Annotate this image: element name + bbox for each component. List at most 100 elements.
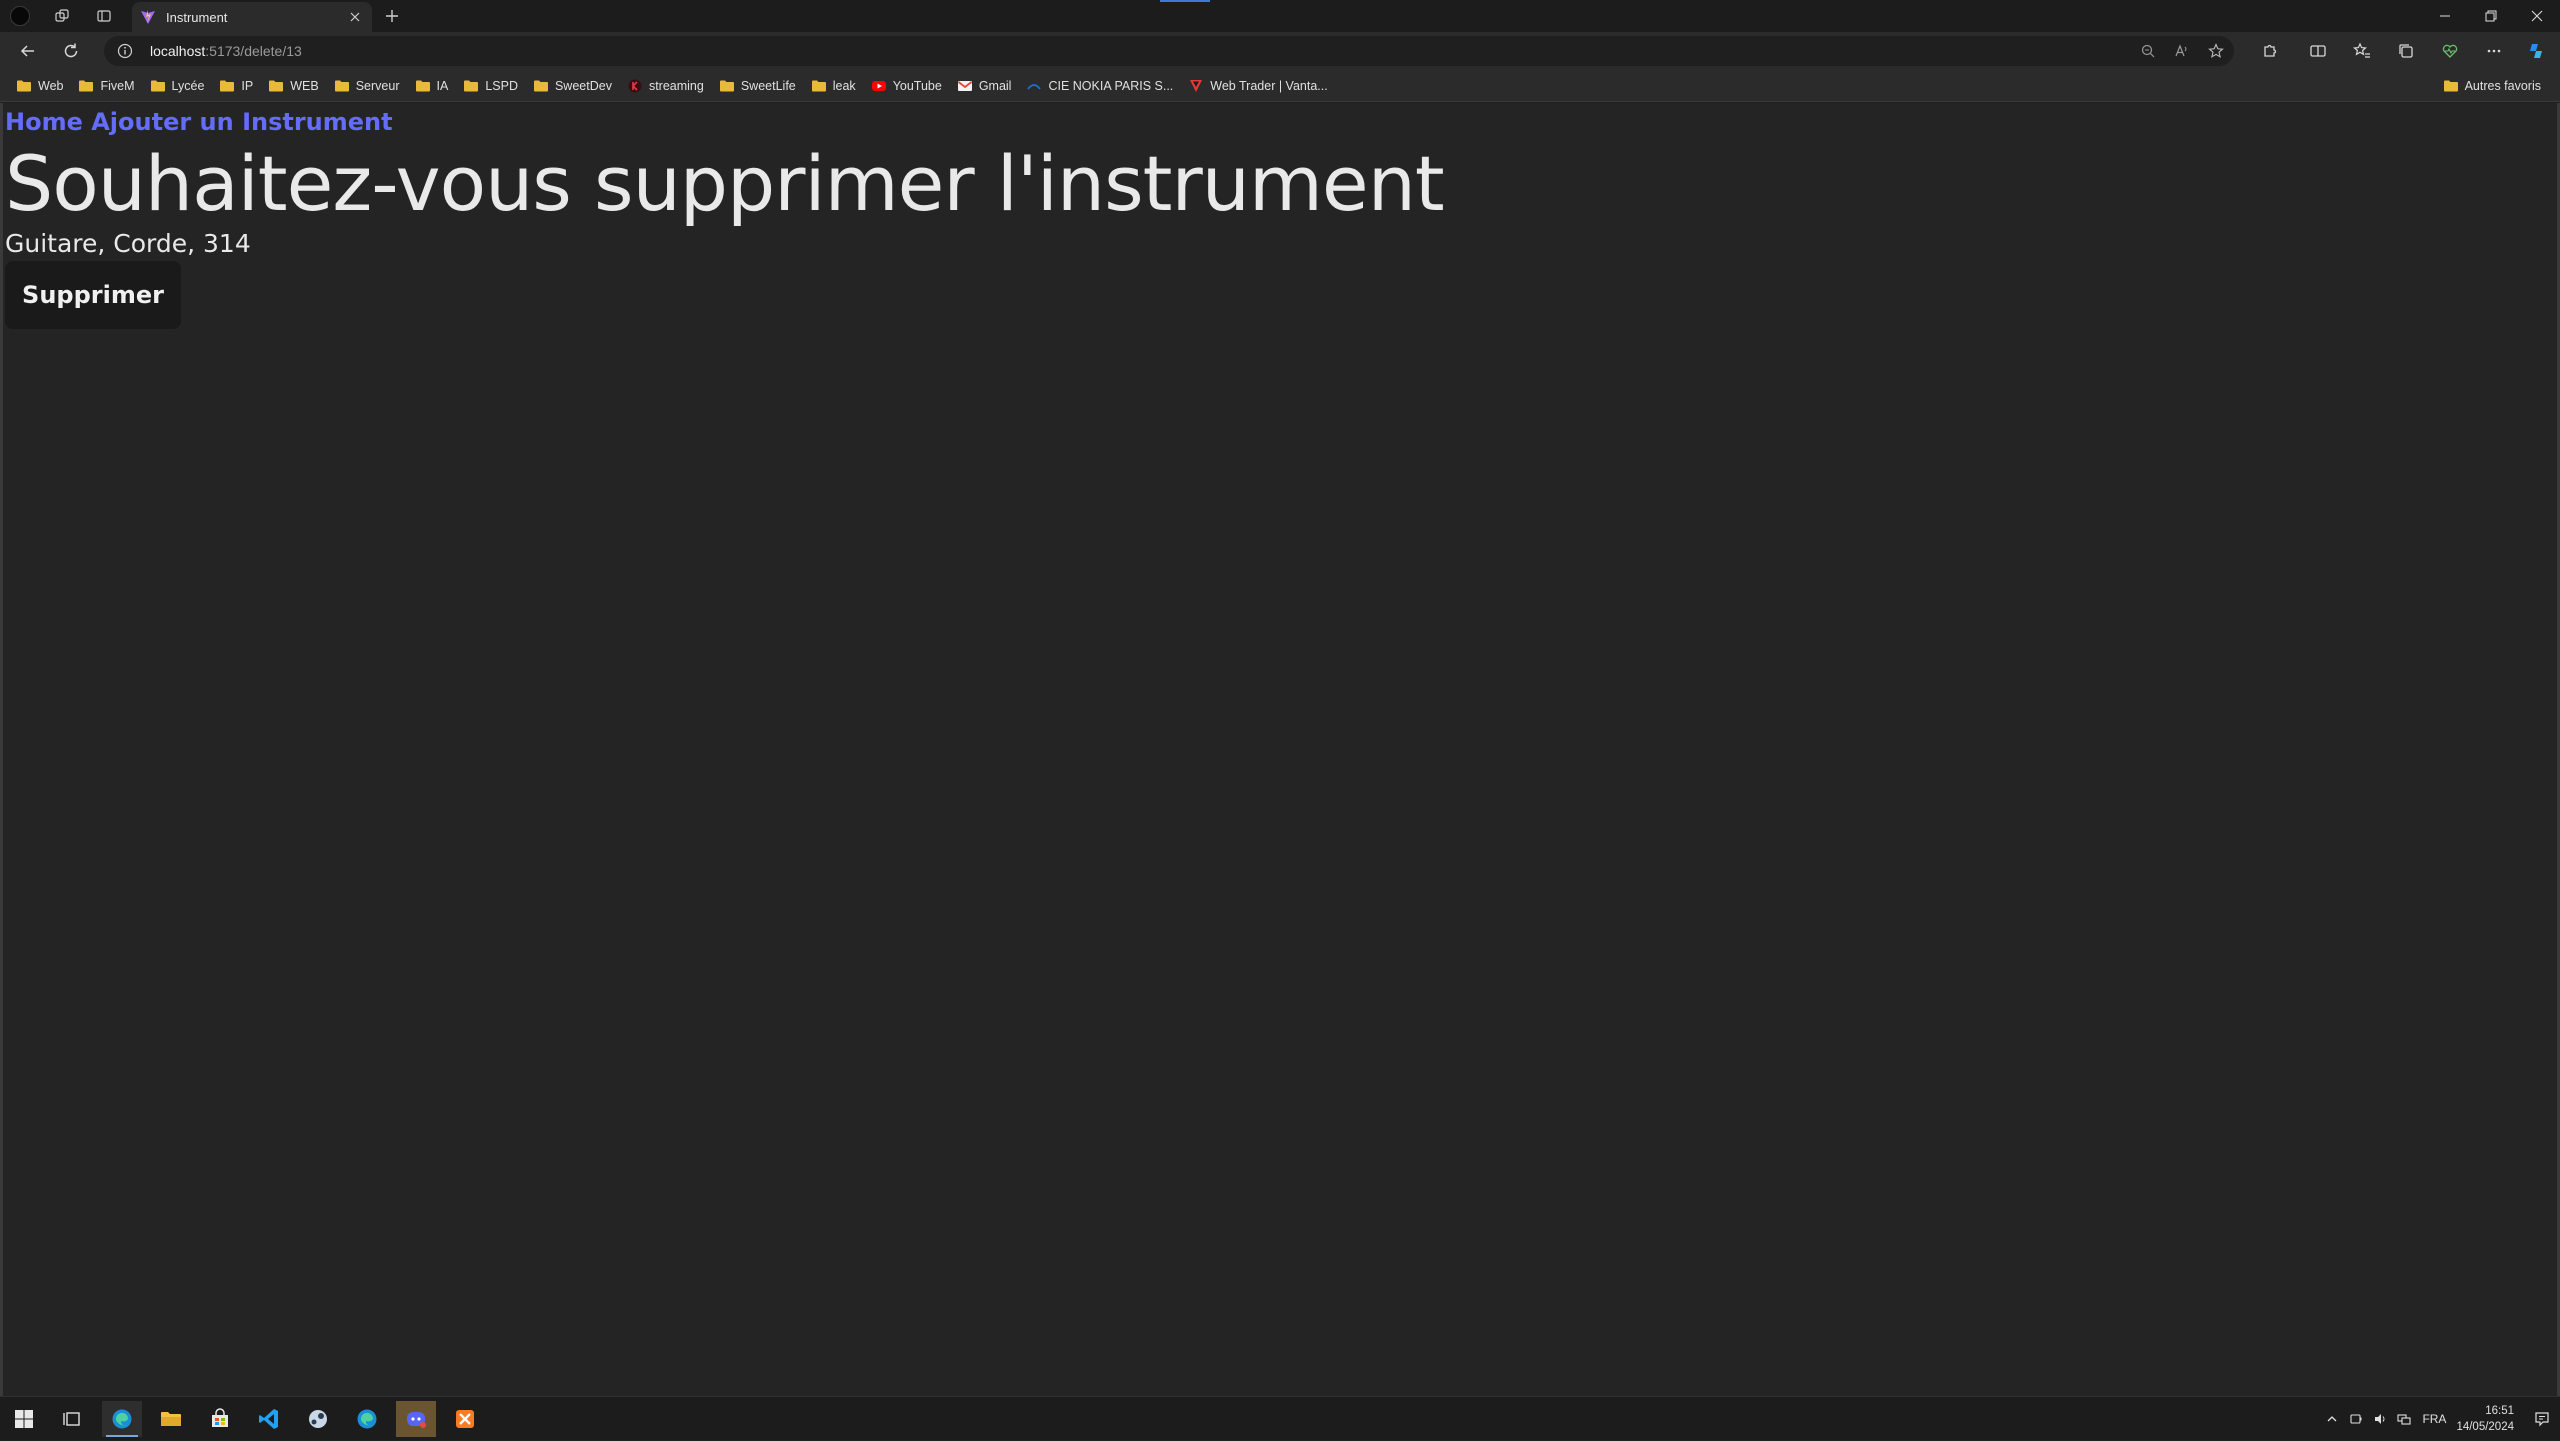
clock[interactable]: 16:51 14/05/2024 — [2456, 1403, 2514, 1435]
favorite-item[interactable]: FiveM — [72, 76, 140, 96]
app-icon — [309, 1410, 327, 1428]
folder-icon — [463, 78, 479, 94]
puzzle-icon — [2264, 44, 2277, 57]
site-info-icon[interactable] — [116, 42, 134, 60]
minimize-icon — [2440, 15, 2450, 17]
page-viewport: Home Ajouter un Instrument Souhaitez-vou… — [0, 103, 2560, 1396]
favorite-label: Gmail — [978, 79, 1012, 93]
taskbar-discord[interactable] — [396, 1401, 436, 1437]
minimize-button[interactable] — [2422, 0, 2468, 32]
favorite-item[interactable]: streaming — [621, 76, 710, 96]
notification-icon — [2535, 1412, 2549, 1427]
url-host: localhost — [150, 43, 206, 59]
settings-menu-button[interactable] — [2480, 37, 2508, 65]
favorite-item[interactable]: CIE NOKIA PARIS S... — [1020, 76, 1179, 96]
refresh-button[interactable] — [57, 37, 85, 65]
other-favorites-folder[interactable]: Autres favoris — [2437, 76, 2547, 96]
favorite-item[interactable]: Lycée — [144, 76, 211, 96]
folder-icon — [16, 78, 32, 94]
folder-icon — [811, 78, 827, 94]
url-path: :5173/delete/13 — [205, 43, 302, 59]
workspaces-icon[interactable] — [50, 4, 74, 28]
favorites-button[interactable] — [2348, 37, 2376, 65]
copilot-icon — [2530, 44, 2542, 58]
folder-icon — [268, 78, 284, 94]
favorite-label: Lycée — [171, 79, 205, 93]
taskbar-xampp[interactable] — [445, 1401, 485, 1437]
favorite-label: IA — [436, 79, 449, 93]
xampp-icon — [456, 1410, 474, 1428]
favorite-item[interactable]: IP — [213, 76, 259, 96]
favorite-item[interactable]: Web Trader | Vanta... — [1182, 76, 1333, 96]
discord-icon — [407, 1412, 426, 1428]
favorite-item[interactable]: IA — [409, 76, 455, 96]
start-button[interactable] — [4, 1401, 44, 1437]
favorite-item[interactable]: SweetDev — [527, 76, 618, 96]
refresh-icon — [64, 43, 78, 58]
split-screen-button[interactable] — [2304, 37, 2332, 65]
close-window-button[interactable] — [2514, 0, 2560, 32]
performance-button[interactable] — [2436, 37, 2464, 65]
show-hidden-icons-chevron-icon[interactable] — [2320, 1397, 2344, 1441]
taskbar-edge[interactable] — [102, 1401, 142, 1437]
streaming-favicon — [627, 78, 643, 94]
store-icon — [212, 1408, 228, 1427]
taskbar-vscode[interactable] — [249, 1401, 289, 1437]
favorite-label: Web — [38, 79, 64, 93]
volume-icon[interactable] — [2368, 1397, 2392, 1441]
close-tab-icon[interactable] — [346, 8, 364, 26]
folder-icon — [2443, 78, 2459, 94]
back-button[interactable] — [14, 37, 42, 65]
collections-button[interactable] — [2392, 37, 2420, 65]
favorite-item[interactable]: Web — [10, 76, 69, 96]
favorites-star-list-icon — [2353, 42, 2370, 58]
notification-center-button[interactable] — [2524, 1397, 2560, 1441]
favorite-item[interactable]: LSPD — [457, 76, 524, 96]
nav-home-link[interactable]: Home — [5, 108, 83, 136]
favorite-item[interactable]: SweetLife — [713, 76, 802, 96]
edge-icon — [112, 1409, 132, 1429]
copilot-button[interactable] — [2522, 37, 2550, 65]
vscode-icon — [259, 1409, 278, 1429]
favorite-item[interactable]: Serveur — [328, 76, 406, 96]
nokia-favicon — [1026, 78, 1042, 94]
favorite-item[interactable]: YouTube — [865, 76, 948, 96]
favorite-label: YouTube — [892, 79, 942, 93]
taskbar-edge-2[interactable] — [347, 1401, 387, 1437]
new-tab-button[interactable] — [380, 4, 404, 28]
split-screen-icon — [2310, 45, 2326, 57]
folder-icon — [533, 78, 549, 94]
gmail-icon — [957, 78, 973, 94]
taskbar-file-explorer[interactable] — [151, 1401, 191, 1437]
windows-logo-icon — [15, 1410, 33, 1428]
system-tray: FRA 16:51 14/05/2024 — [2320, 1397, 2560, 1441]
vertical-tabs-icon[interactable] — [92, 4, 116, 28]
address-bar[interactable]: localhost:5173/delete/13 — [104, 36, 2234, 66]
favorite-label: WEB — [290, 79, 319, 93]
battery-plug-icon[interactable] — [2344, 1397, 2368, 1441]
tab-instrument[interactable]: Instrument — [132, 2, 372, 32]
folder-icon — [219, 78, 235, 94]
input-language[interactable]: FRA — [2422, 1412, 2446, 1426]
favorite-item[interactable]: leak — [805, 76, 862, 96]
read-aloud-icon[interactable] — [2172, 41, 2192, 61]
delete-button[interactable]: Supprimer — [5, 261, 181, 329]
profile-avatar[interactable] — [8, 4, 32, 28]
browser-toolbar: localhost:5173/delete/13 — [0, 32, 2560, 70]
favorite-item[interactable]: WEB — [262, 76, 324, 96]
folder-icon — [150, 78, 166, 94]
favorite-label: SweetDev — [554, 79, 612, 93]
restore-button[interactable] — [2468, 0, 2514, 32]
taskbar-store[interactable] — [200, 1401, 240, 1437]
task-view-button[interactable] — [52, 1401, 92, 1437]
star-favorite-icon[interactable] — [2206, 41, 2226, 61]
folder-icon — [78, 78, 94, 94]
network-icon[interactable] — [2392, 1397, 2416, 1441]
zoom-icon[interactable] — [2138, 41, 2158, 61]
favorite-item[interactable]: Gmail — [951, 76, 1018, 96]
extensions-button[interactable] — [2256, 37, 2284, 65]
file-explorer-icon — [161, 1412, 181, 1426]
nav-add-instrument-link[interactable]: Ajouter un Instrument — [91, 108, 392, 136]
tab-title: Instrument — [166, 9, 228, 25]
taskbar-app-steam[interactable] — [298, 1401, 338, 1437]
